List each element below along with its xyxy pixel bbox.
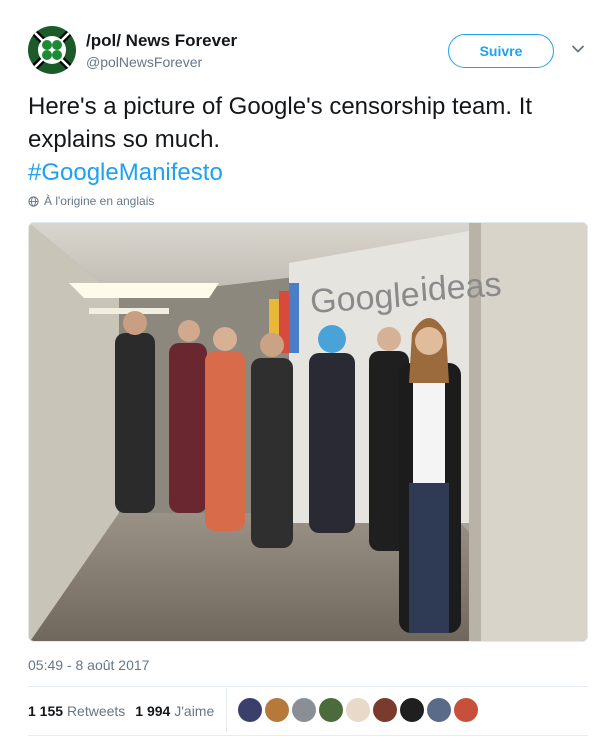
svg-text:ideas: ideas <box>419 265 503 309</box>
liker-avatar[interactable] <box>319 698 343 722</box>
hashtag-link[interactable]: #GoogleManifesto <box>28 159 223 186</box>
liker-avatar[interactable] <box>265 698 289 722</box>
likes-stat[interactable]: 1 994 J'aime <box>135 703 214 719</box>
stats-separator <box>226 688 227 732</box>
retweets-count: 1 155 <box>28 703 64 719</box>
divider-top <box>28 686 588 687</box>
retweets-label: Retweets <box>66 703 126 719</box>
translation-label: À l'origine en anglais <box>44 194 155 208</box>
liker-avatar[interactable] <box>427 698 451 722</box>
account-handle[interactable]: @polNewsForever <box>86 54 202 70</box>
translation-note[interactable]: À l'origine en anglais <box>28 194 154 208</box>
globe-icon <box>28 195 39 207</box>
liker-avatar[interactable] <box>292 698 316 722</box>
tweet-stats: 1 155 Retweets 1 994 J'aime <box>28 703 214 719</box>
liker-avatar[interactable] <box>400 698 424 722</box>
likes-label: J'aime <box>174 703 215 719</box>
liker-avatars <box>238 698 478 722</box>
divider-bottom <box>28 735 588 736</box>
account-name[interactable]: /pol/ News Forever <box>86 31 237 51</box>
liker-avatar[interactable] <box>373 698 397 722</box>
tweet-text: Here's a picture of Google's censorship … <box>28 90 588 189</box>
follow-button[interactable]: Suivre <box>448 34 554 68</box>
liker-avatar[interactable] <box>454 698 478 722</box>
tweet-timestamp[interactable]: 05:49 - 8 août 2017 <box>28 657 149 673</box>
tweet-body: Here's a picture of Google's censorship … <box>28 93 533 153</box>
group-photo: Google ideas <box>29 223 587 641</box>
svg-text:Google: Google <box>309 275 421 321</box>
tweet-photo[interactable]: Google ideas <box>28 222 588 642</box>
retweets-stat[interactable]: 1 155 Retweets <box>28 703 125 719</box>
likes-count: 1 994 <box>135 703 171 719</box>
avatar[interactable] <box>28 26 76 74</box>
tweet-header: /pol/ News Forever @polNewsForever Suivr… <box>28 26 598 78</box>
avatar-image <box>28 26 76 74</box>
chevron-down-icon[interactable] <box>571 42 585 56</box>
liker-avatar[interactable] <box>346 698 370 722</box>
liker-avatar[interactable] <box>238 698 262 722</box>
